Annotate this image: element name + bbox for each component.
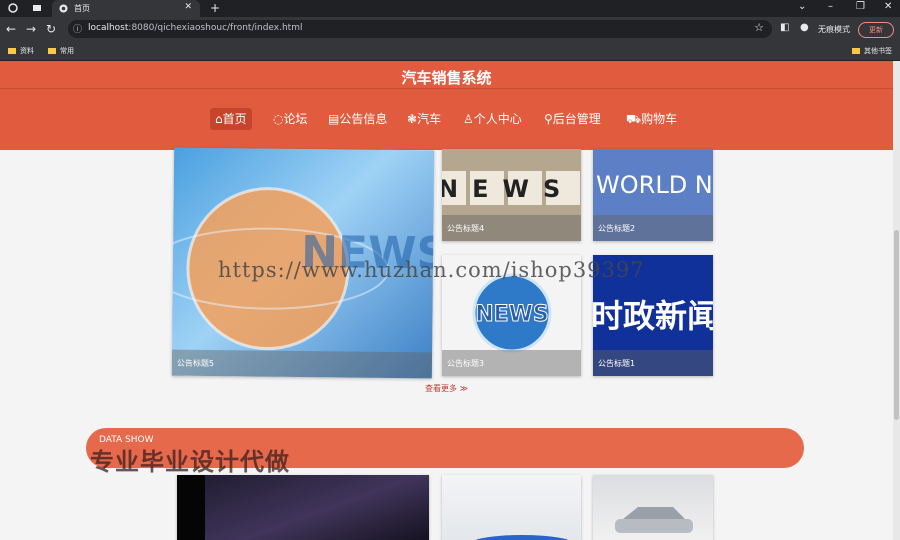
reload-icon[interactable]: ↻: [46, 22, 56, 36]
card-label: 公告标题1: [593, 350, 713, 376]
update-button[interactable]: 更新: [858, 22, 894, 38]
folder-icon: [8, 48, 16, 54]
folder-icon: [852, 48, 860, 54]
address-bar[interactable]: ⓘ localhost:8080/qichexiaoshouc/front/in…: [68, 20, 772, 38]
url-text: localhost:8080/qichexiaoshouc/front/inde…: [88, 23, 303, 33]
url-watermark: https://www.huzhan.com/ishop39397: [218, 258, 645, 282]
site-header: 汽车销售系统 ⌂首页 ◌论坛 ▤公告信息 ❃汽车 ♙个人中心 ⚲后台管理 ⛟购物…: [0, 61, 893, 150]
incognito-icon[interactable]: ●: [800, 22, 809, 33]
car-image-shadow: [177, 475, 205, 540]
nav-admin[interactable]: ⚲后台管理: [539, 108, 606, 130]
bookmark-folder-1[interactable]: 资料: [8, 46, 34, 56]
minimize-icon[interactable]: –: [828, 1, 833, 12]
nav-home[interactable]: ⌂首页: [210, 108, 252, 130]
car-card-2[interactable]: [442, 475, 581, 540]
user-icon: ♙: [463, 112, 474, 126]
tab-search-icon[interactable]: [8, 3, 18, 13]
text-watermark: 专业毕业设计代做: [90, 448, 290, 476]
car-card-1[interactable]: [177, 475, 429, 540]
back-icon[interactable]: ←: [6, 22, 16, 36]
folder-icon: [48, 48, 56, 54]
forward-icon[interactable]: →: [26, 22, 36, 36]
svg-text:NEWS: NEWS: [475, 302, 549, 327]
bookmark-folder-2[interactable]: 常用: [48, 46, 74, 56]
document-icon: ▤: [328, 112, 340, 126]
nav-personal-center[interactable]: ♙个人中心: [458, 108, 527, 130]
bookmarks-bar: [0, 41, 900, 61]
new-tab-icon[interactable]: +: [210, 1, 220, 15]
site-title: 汽车销售系统: [401, 69, 492, 87]
announcement-card-4[interactable]: NEWS 公告标题4: [442, 149, 581, 241]
close-window-icon[interactable]: ✕: [884, 1, 892, 12]
announcement-card-2[interactable]: BBC WORLD NEWS 公告标题2: [593, 149, 713, 241]
nav-announcements[interactable]: ▤公告信息: [323, 108, 392, 130]
tab-title: 首页: [74, 4, 90, 13]
silver-car-image: [615, 507, 693, 533]
side-panel-icon[interactable]: ◧: [780, 22, 789, 33]
svg-text:时政新闻: 时政新闻: [593, 297, 713, 335]
card-label: 公告标题2: [593, 215, 713, 241]
globe-icon: [59, 4, 68, 13]
scrollbar-thumb[interactable]: [894, 230, 899, 420]
close-tab-icon[interactable]: ✕: [184, 2, 192, 12]
svg-text:NEWS: NEWS: [442, 175, 574, 203]
view-more-link[interactable]: 查看更多 ≫: [0, 383, 893, 394]
bookmark-star-icon[interactable]: ☆: [754, 21, 764, 34]
restore-icon[interactable]: ❐: [856, 1, 865, 12]
nav-cart[interactable]: ⛟购物车: [621, 108, 682, 130]
page-viewport: 汽车销售系统 ⌂首页 ◌论坛 ▤公告信息 ❃汽车 ♙个人中心 ⚲后台管理 ⛟购物…: [0, 61, 893, 540]
home-icon: ⌂: [215, 112, 223, 126]
car-card-3[interactable]: [593, 475, 713, 540]
nav-forum[interactable]: ◌论坛: [268, 108, 313, 130]
blue-car-image: [475, 535, 569, 540]
tab-list-icon[interactable]: ⌄: [798, 1, 806, 12]
other-bookmarks[interactable]: 其他书签: [852, 46, 892, 56]
cart-icon: ⛟: [626, 112, 642, 126]
nav-cars[interactable]: ❃汽车: [402, 108, 446, 130]
card-label: 公告标题5: [171, 349, 433, 379]
card-label: 公告标题3: [442, 350, 581, 376]
chat-icon: ◌: [273, 112, 284, 126]
link-icon: ⚲: [544, 112, 553, 126]
card-label: 公告标题4: [442, 215, 581, 241]
browser-tab[interactable]: 首页 ✕: [52, 0, 200, 17]
incognito-label: 无痕模式: [818, 25, 850, 34]
svg-text:BBC WORLD NEWS: BBC WORLD NEWS: [593, 171, 713, 199]
window-icon[interactable]: [32, 3, 42, 13]
site-info-icon[interactable]: ⓘ: [73, 22, 82, 35]
flower-icon: ❃: [407, 112, 418, 126]
header-divider: [0, 88, 893, 89]
